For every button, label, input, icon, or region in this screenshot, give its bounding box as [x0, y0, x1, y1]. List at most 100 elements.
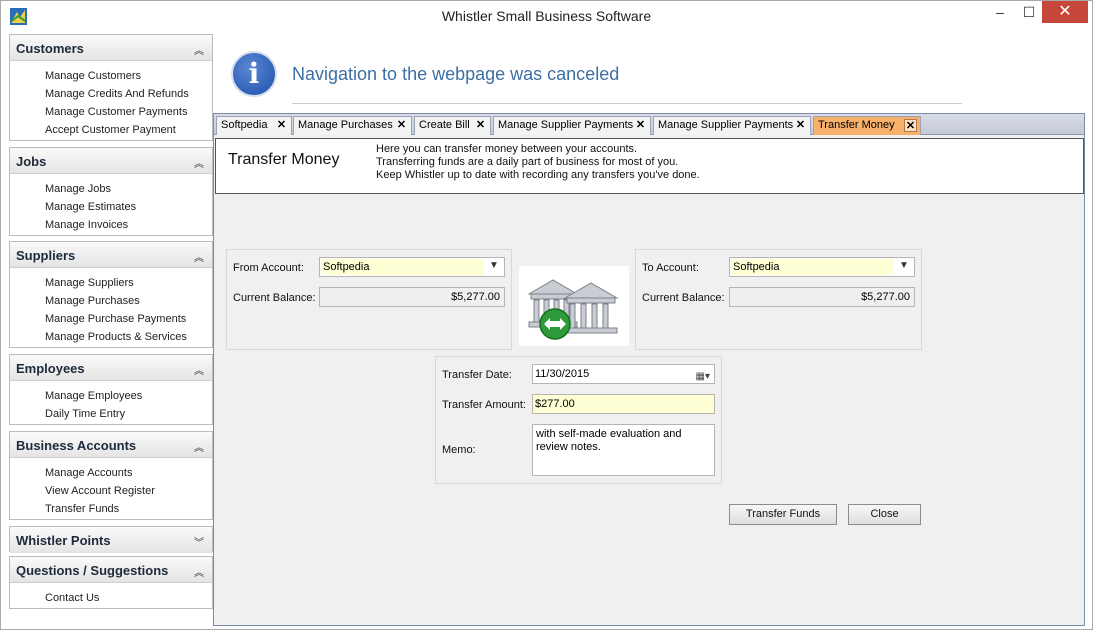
section-header[interactable]: Jobs ︽: [10, 148, 212, 174]
close-tab-icon[interactable]: ✕: [634, 119, 647, 132]
close-button[interactable]: Close: [848, 504, 921, 525]
from-account-value: Softpedia: [321, 259, 484, 275]
transfer-date-value: 11/30/2015: [535, 368, 590, 380]
sidebar-item-manage-accounts[interactable]: Manage Accounts: [10, 464, 212, 482]
transfer-details-panel: Transfer Date: 11/30/2015 ▦▾ Transfer Am…: [435, 356, 722, 484]
section-title: Whistler Points: [16, 533, 111, 548]
sidebar-item-view-account-register[interactable]: View Account Register: [10, 482, 212, 500]
transfer-amount-input[interactable]: $277.00: [532, 394, 715, 414]
close-window-button[interactable]: ✕: [1042, 1, 1088, 23]
main-area: i Navigation to the webpage was canceled…: [213, 32, 1087, 626]
collapse-chevron-icon[interactable]: ︽: [194, 564, 204, 579]
form-description: Here you can transfer money between your…: [376, 143, 700, 182]
browser-info-area: i Navigation to the webpage was canceled: [213, 32, 1087, 112]
close-tab-icon[interactable]: ✕: [904, 119, 917, 132]
collapse-chevron-icon[interactable]: ︽: [194, 155, 204, 170]
close-tab-icon[interactable]: ✕: [474, 119, 487, 132]
transfer-date-label: Transfer Date:: [442, 369, 512, 381]
sidebar-section-employees: Employees ︽ Manage Employees Daily Time …: [9, 354, 213, 425]
sidebar-item-accept-customer-payment[interactable]: Accept Customer Payment: [10, 121, 212, 139]
transfer-funds-button[interactable]: Transfer Funds: [729, 504, 837, 525]
section-header[interactable]: Whistler Points ︾: [10, 527, 212, 553]
sidebar-item-manage-purchases[interactable]: Manage Purchases: [10, 292, 212, 310]
tab-manage-purchases[interactable]: Manage Purchases ✕: [293, 116, 412, 135]
from-account-panel: From Account: Softpedia ▼ Current Balanc…: [226, 249, 512, 350]
calendar-icon[interactable]: ▦▾: [696, 368, 710, 386]
memo-label: Memo:: [442, 444, 476, 456]
tab-create-bill[interactable]: Create Bill ✕: [414, 116, 491, 135]
form-header: Transfer Money Here you can transfer mon…: [215, 138, 1084, 194]
chevron-down-icon[interactable]: ▼: [487, 260, 501, 271]
sidebar-item-manage-invoices[interactable]: Manage Invoices: [10, 216, 212, 234]
sidebar-section-questions-suggestions: Questions / Suggestions ︽ Contact Us: [9, 556, 213, 609]
sidebar-item-daily-time-entry[interactable]: Daily Time Entry: [10, 405, 212, 423]
section-title: Business Accounts: [16, 438, 137, 453]
app-window: Whistler Small Business Software – ☐ ✕ C…: [0, 0, 1093, 630]
from-account-label: From Account:: [233, 262, 304, 274]
sidebar-item-manage-estimates[interactable]: Manage Estimates: [10, 198, 212, 216]
section-title: Questions / Suggestions: [16, 563, 169, 578]
section-title: Suppliers: [16, 248, 76, 263]
maximize-button[interactable]: ☐: [1014, 1, 1044, 23]
sidebar-item-transfer-funds[interactable]: Transfer Funds: [10, 500, 212, 518]
close-tab-icon[interactable]: ✕: [794, 119, 807, 132]
sidebar-item-manage-suppliers[interactable]: Manage Suppliers: [10, 274, 212, 292]
collapse-chevron-icon[interactable]: ︽: [194, 249, 204, 264]
navigation-canceled-message: Navigation to the webpage was canceled: [292, 64, 620, 84]
sidebar-section-jobs: Jobs ︽ Manage Jobs Manage Estimates Mana…: [9, 147, 213, 236]
sidebar-item-manage-jobs[interactable]: Manage Jobs: [10, 180, 212, 198]
section-title: Jobs: [16, 154, 47, 169]
tab-manage-supplier-payments-1[interactable]: Manage Supplier Payments ✕: [493, 116, 651, 135]
description-line: Here you can transfer money between your…: [376, 143, 638, 155]
close-tab-icon[interactable]: ✕: [395, 119, 408, 132]
sidebar-item-manage-customer-payments[interactable]: Manage Customer Payments: [10, 103, 212, 121]
sidebar-item-manage-products-services[interactable]: Manage Products & Services: [10, 328, 212, 346]
to-balance-field: $5,277.00: [729, 287, 915, 307]
from-balance-label: Current Balance:: [233, 292, 316, 304]
to-balance-label: Current Balance:: [642, 292, 725, 304]
minimize-button[interactable]: –: [985, 1, 1015, 23]
collapse-chevron-icon[interactable]: ︽: [194, 439, 204, 454]
collapse-chevron-icon[interactable]: ︽: [194, 362, 204, 377]
to-account-panel: To Account: Softpedia ▼ Current Balance:…: [635, 249, 922, 350]
section-header[interactable]: Business Accounts ︽: [10, 432, 212, 458]
sidebar-section-customers: Customers ︽ Manage Customers Manage Cred…: [9, 34, 213, 141]
section-header[interactable]: Employees ︽: [10, 355, 212, 381]
from-balance-field: $5,277.00: [319, 287, 505, 307]
document-area: Softpedia ✕ Manage Purchases ✕ Create Bi…: [213, 113, 1085, 626]
memo-textarea[interactable]: with self-made evaluation and review not…: [532, 424, 715, 476]
section-title: Customers: [16, 41, 84, 56]
expand-chevron-icon[interactable]: ︾: [194, 534, 204, 549]
sidebar-section-suppliers: Suppliers ︽ Manage Suppliers Manage Purc…: [9, 241, 213, 348]
sidebar-item-manage-purchase-payments[interactable]: Manage Purchase Payments: [10, 310, 212, 328]
info-icon: i: [231, 51, 277, 97]
sidebar-item-manage-employees[interactable]: Manage Employees: [10, 387, 212, 405]
sidebar-section-business-accounts: Business Accounts ︽ Manage Accounts View…: [9, 431, 213, 520]
sidebar-item-contact-us[interactable]: Contact Us: [10, 589, 212, 607]
divider: [292, 103, 962, 104]
tab-manage-supplier-payments-2[interactable]: Manage Supplier Payments ✕: [653, 116, 811, 135]
section-header[interactable]: Questions / Suggestions ︽: [10, 557, 212, 583]
tab-label: Softpedia: [221, 119, 268, 131]
to-account-value: Softpedia: [731, 259, 894, 275]
sidebar-item-manage-customers[interactable]: Manage Customers: [10, 67, 212, 85]
tab-softpedia[interactable]: Softpedia ✕: [216, 116, 292, 135]
from-account-dropdown[interactable]: Softpedia ▼: [319, 257, 505, 277]
collapse-chevron-icon[interactable]: ︽: [194, 42, 204, 57]
tab-transfer-money[interactable]: Transfer Money ✕: [813, 116, 921, 135]
sidebar-item-manage-credits-refunds[interactable]: Manage Credits And Refunds: [10, 85, 212, 103]
title-bar: Whistler Small Business Software – ☐ ✕: [1, 1, 1092, 32]
section-header[interactable]: Suppliers ︽: [10, 242, 212, 268]
tab-label: Transfer Money: [818, 119, 895, 131]
bank-transfer-icon: [519, 266, 629, 346]
tab-label: Create Bill: [419, 119, 470, 131]
section-header[interactable]: Customers ︽: [10, 35, 212, 61]
tab-label: Manage Supplier Payments: [498, 119, 634, 131]
section-title: Employees: [16, 361, 85, 376]
close-tab-icon[interactable]: ✕: [275, 119, 288, 132]
transfer-date-picker[interactable]: 11/30/2015 ▦▾: [532, 364, 715, 384]
window-title: Whistler Small Business Software: [441, 8, 652, 24]
to-account-dropdown[interactable]: Softpedia ▼: [729, 257, 915, 277]
chevron-down-icon[interactable]: ▼: [897, 260, 911, 271]
form-title: Transfer Money: [228, 151, 340, 168]
